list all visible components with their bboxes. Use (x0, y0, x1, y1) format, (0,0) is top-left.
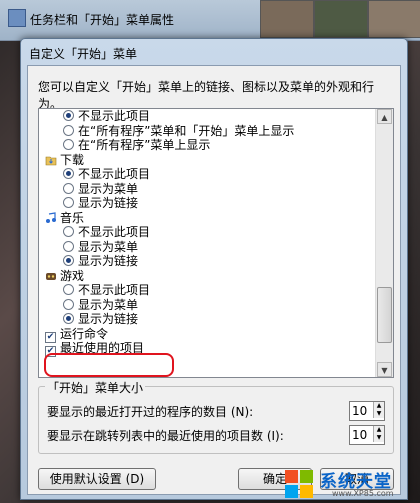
option-label: 音乐 (60, 210, 85, 225)
radio-option[interactable]: 在“所有程序”菜单和「开始」菜单上显示 (39, 124, 375, 139)
option-label: 显示为菜单 (78, 297, 139, 312)
category-header: 下载 (39, 153, 375, 168)
scroll-up-arrow-icon[interactable]: ▲ (377, 109, 392, 124)
taskbar-properties-icon (8, 9, 26, 27)
use-default-settings-button[interactable]: 使用默认设置 (D) (38, 468, 156, 490)
recent-programs-spinner[interactable]: 10 ▲ ▼ (349, 401, 385, 421)
jump-list-value: 10 (352, 428, 368, 442)
spin-up-icon[interactable]: ▲ (373, 402, 384, 410)
category-header: 游戏 (39, 269, 375, 284)
windows-logo-icon (285, 470, 313, 498)
radio-option[interactable]: 不显示此项目 (39, 283, 375, 298)
radio-selected-icon[interactable] (63, 110, 74, 121)
radio-selected-icon[interactable] (63, 168, 74, 179)
radio-unselected-icon[interactable] (63, 298, 74, 310)
jump-list-label: 要显示在跳转列表中的最近使用的项目数 (I): (47, 429, 284, 443)
options-list-content: 不显示此项目 在“所有程序”菜单和「开始」菜单上显示 在“所有程序”菜单上显示 下载不… (39, 109, 375, 357)
checkbox-option[interactable]: ✔ 运行命令 (39, 326, 375, 343)
downloads-folder-icon (45, 154, 57, 166)
option-label: 下载 (60, 152, 85, 167)
dialog-title: 自定义「开始」菜单 (29, 47, 138, 61)
dialog-description: 您可以自定义「开始」菜单上的链接、图标以及菜单的外观和行为。 (38, 80, 375, 111)
radio-unselected-icon[interactable] (63, 226, 74, 237)
option-label: 显示为菜单 (78, 239, 139, 254)
dialog-client-area: 您可以自定义「开始」菜单上的链接、图标以及菜单的外观和行为。 不显示此项目 在“所… (27, 65, 401, 495)
watermark-url: www.XP85.com (332, 489, 394, 498)
radio-option[interactable]: 显示为菜单 (39, 298, 375, 313)
option-label: 在“所有程序”菜单上显示 (78, 138, 211, 152)
games-icon (45, 270, 57, 282)
radio-unselected-icon[interactable] (63, 124, 74, 136)
radio-option[interactable]: 显示为链接 (39, 312, 375, 327)
scroll-thumb[interactable] (377, 287, 392, 343)
option-label: 不显示此项目 (78, 167, 151, 181)
spin-down-icon[interactable]: ▼ (373, 410, 384, 418)
radio-option[interactable]: 不显示此项目 (39, 225, 375, 240)
start-menu-size-group: 「开始」菜单大小 要显示的最近打开过的程序的数目 (N): 10 ▲ ▼ 要显示… (38, 379, 394, 454)
option-label: 显示为链接 (78, 196, 139, 210)
option-label: 在“所有程序”菜单和「开始」菜单上显示 (78, 123, 295, 138)
red-highlight-circle (44, 353, 174, 377)
spin-up-icon[interactable]: ▲ (373, 426, 384, 434)
radio-option[interactable]: 显示为链接 (39, 196, 375, 211)
radio-selected-icon[interactable] (63, 255, 74, 266)
option-label: 运行命令 (60, 326, 109, 341)
site-watermark: 系统天堂 www.XP85.com (284, 467, 416, 501)
option-label: 显示为链接 (78, 312, 139, 326)
option-label: 游戏 (60, 268, 85, 283)
radio-unselected-icon[interactable] (63, 139, 74, 150)
option-label: 不显示此项目 (78, 109, 151, 123)
radio-option[interactable]: 不显示此项目 (39, 167, 375, 182)
radio-unselected-icon[interactable] (63, 197, 74, 208)
radio-option[interactable]: 显示为链接 (39, 254, 375, 269)
option-label: 不显示此项目 (78, 283, 151, 297)
size-group-title: 「开始」菜单大小 (45, 379, 146, 396)
category-header: 音乐 (39, 211, 375, 226)
option-label: 显示为菜单 (78, 181, 139, 196)
start-menu-options-list[interactable]: 不显示此项目 在“所有程序”菜单和「开始」菜单上显示 在“所有程序”菜单上显示 下载不… (38, 108, 394, 378)
spin-down-icon[interactable]: ▼ (373, 434, 384, 442)
radio-unselected-icon[interactable] (63, 240, 74, 252)
jump-list-spinner[interactable]: 10 ▲ ▼ (349, 425, 385, 445)
option-label: 显示为链接 (78, 254, 139, 268)
radio-option[interactable]: 显示为菜单 (39, 182, 375, 197)
outer-window-titlebar: 任务栏和「开始」菜单属性 (0, 0, 420, 41)
option-label: 不显示此项目 (78, 225, 151, 239)
radio-unselected-icon[interactable] (63, 182, 74, 194)
music-note-icon (45, 211, 57, 224)
radio-option[interactable]: 显示为菜单 (39, 240, 375, 255)
background-thumbnail (260, 0, 314, 38)
radio-selected-icon[interactable] (63, 313, 74, 324)
background-thumbnail (368, 0, 420, 38)
list-scrollbar[interactable]: ▲ ▼ (375, 109, 393, 377)
background-thumbnail (314, 0, 368, 38)
recent-programs-value: 10 (352, 404, 368, 418)
radio-option[interactable]: 不显示此项目 (39, 109, 375, 124)
scroll-down-arrow-icon[interactable]: ▼ (377, 362, 392, 377)
radio-unselected-icon[interactable] (63, 284, 74, 295)
outer-window-title: 任务栏和「开始」菜单属性 (30, 13, 175, 27)
customize-start-menu-dialog: 自定义「开始」菜单 您可以自定义「开始」菜单上的链接、图标以及菜单的外观和行为。… (20, 38, 408, 500)
recent-programs-label: 要显示的最近打开过的程序的数目 (N): (47, 405, 254, 419)
radio-option[interactable]: 在“所有程序”菜单上显示 (39, 138, 375, 153)
